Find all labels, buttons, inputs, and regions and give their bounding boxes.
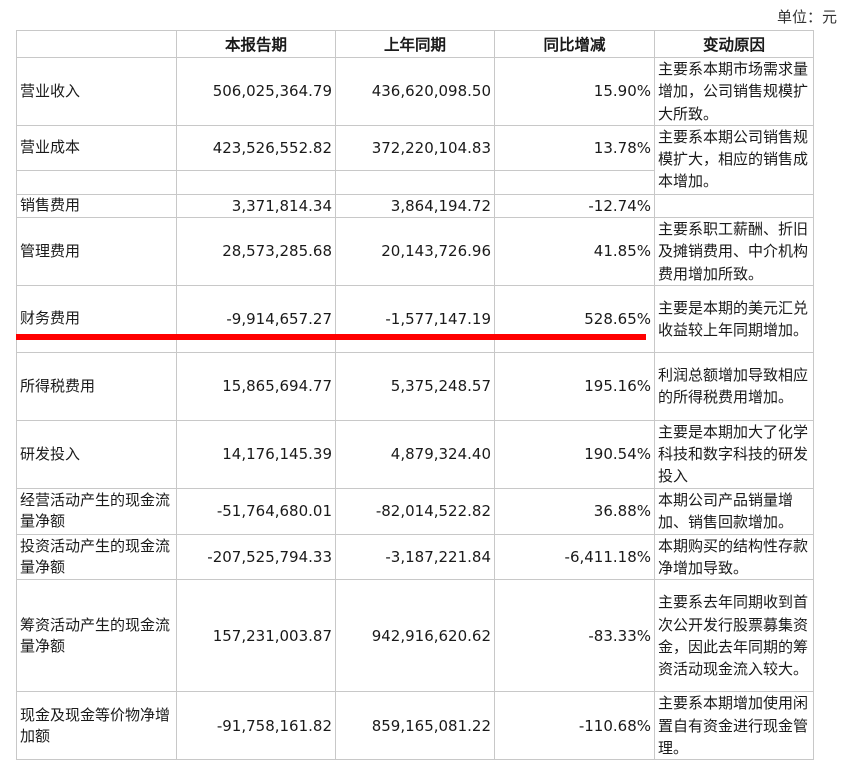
row-reason: 利润总额增加导致相应的所得税费用增加。 <box>654 351 814 421</box>
header-current-period: 本报告期 <box>176 30 336 58</box>
row-item: 筹资活动产生的现金流量净额 <box>16 579 177 693</box>
row-yoy-value: 190.54% <box>494 419 655 489</box>
table-row: 所得税费用 15,865,694.77 5,375,248.57 195.16%… <box>16 351 814 421</box>
row-current-value: 506,025,364.79 <box>176 57 336 126</box>
row-item: 现金及现金等价物净增加额 <box>16 691 177 761</box>
row-item: 销售费用 <box>16 193 177 218</box>
spacer-cell <box>16 169 177 195</box>
row-prior-value: -1,577,147.19 <box>335 284 495 353</box>
row-prior-value: 942,916,620.62 <box>335 579 495 693</box>
row-yoy-value: 41.85% <box>494 216 655 286</box>
row-current-value: -207,525,794.33 <box>176 533 336 581</box>
row-item: 经营活动产生的现金流量净额 <box>16 487 177 535</box>
row-prior-value: 3,864,194.72 <box>335 193 495 218</box>
row-prior-value: 436,620,098.50 <box>335 57 495 126</box>
unit-label: 单位：元 <box>776 8 837 26</box>
table-row: 销售费用 3,371,814.34 3,864,194.72 -12.74% <box>16 193 814 218</box>
row-reason: 主要系本期增加使用闲置自有资金进行现金管理。 <box>654 691 814 761</box>
row-yoy-value: 195.16% <box>494 351 655 421</box>
table-row: 经营活动产生的现金流量净额 -51,764,680.01 -82,014,522… <box>16 487 814 535</box>
row-current-value: -91,758,161.82 <box>176 691 336 761</box>
table-row: 现金及现金等价物净增加额 -91,758,161.82 859,165,081.… <box>16 691 814 761</box>
header-change-reason: 变动原因 <box>654 30 814 58</box>
row-prior-value: -82,014,522.82 <box>335 487 495 535</box>
row-item: 投资活动产生的现金流量净额 <box>16 533 177 581</box>
row-reason: 本期购买的结构性存款净增加导致。 <box>654 533 814 581</box>
header-prior-period: 上年同期 <box>335 30 495 58</box>
row-prior-value: -3,187,221.84 <box>335 533 495 581</box>
row-item: 管理费用 <box>16 216 177 286</box>
row-yoy-value: 528.65% <box>494 284 655 353</box>
spacer-cell <box>335 169 495 195</box>
row-current-value: -51,764,680.01 <box>176 487 336 535</box>
table-row: 投资活动产生的现金流量净额 -207,525,794.33 -3,187,221… <box>16 533 814 581</box>
row-yoy-value: -110.68% <box>494 691 655 761</box>
financial-changes-table: 本报告期 上年同期 同比增减 变动原因 营业收入 506,025,364.79 … <box>16 30 814 761</box>
table-row: 营业收入 506,025,364.79 436,620,098.50 15.90… <box>16 57 814 126</box>
row-reason <box>654 193 814 218</box>
row-prior-value: 4,879,324.40 <box>335 419 495 489</box>
table-header-row: 本报告期 上年同期 同比增减 变动原因 <box>16 30 814 58</box>
red-highlight-underline <box>16 334 646 340</box>
row-yoy-value: 36.88% <box>494 487 655 535</box>
row-current-value: 14,176,145.39 <box>176 419 336 489</box>
row-prior-value: 372,220,104.83 <box>335 124 495 171</box>
row-reason: 主要系本期市场需求量增加，公司销售规模扩大所致。 <box>654 57 814 126</box>
table-row: 营业成本 423,526,552.82 372,220,104.83 13.78… <box>16 124 814 195</box>
row-reason: 主要系去年同期收到首次公开发行股票募集资金，因此去年同期的筹资活动现金流入较大。 <box>654 579 814 693</box>
row-item: 营业成本 <box>16 124 177 171</box>
row-prior-value: 20,143,726.96 <box>335 216 495 286</box>
row-current-value: 423,526,552.82 <box>176 124 336 171</box>
row-yoy-value: 15.90% <box>494 57 655 126</box>
row-item: 财务费用 <box>16 284 177 353</box>
row-prior-value: 5,375,248.57 <box>335 351 495 421</box>
row-reason: 主要是本期的美元汇兑收益较上年同期增加。 <box>654 284 814 353</box>
row-current-value: 15,865,694.77 <box>176 351 336 421</box>
header-yoy-change: 同比增减 <box>494 30 655 58</box>
row-reason: 主要系职工薪酬、折旧及摊销费用、中介机构费用增加所致。 <box>654 216 814 286</box>
row-current-value: 28,573,285.68 <box>176 216 336 286</box>
row-yoy-value: -12.74% <box>494 193 655 218</box>
row-yoy-value: 13.78% <box>494 124 655 171</box>
spacer-cell <box>176 169 336 195</box>
table-row: 财务费用 -9,914,657.27 -1,577,147.19 528.65%… <box>16 284 814 353</box>
row-current-value: -9,914,657.27 <box>176 284 336 353</box>
row-reason: 主要是本期加大了化学科技和数字科技的研发投入 <box>654 419 814 489</box>
row-yoy-value: -6,411.18% <box>494 533 655 581</box>
row-current-value: 3,371,814.34 <box>176 193 336 218</box>
row-yoy-value: -83.33% <box>494 579 655 693</box>
header-item <box>16 30 177 58</box>
row-reason: 本期公司产品销量增加、销售回款增加。 <box>654 487 814 535</box>
row-item: 所得税费用 <box>16 351 177 421</box>
row-current-value: 157,231,003.87 <box>176 579 336 693</box>
table-row: 研发投入 14,176,145.39 4,879,324.40 190.54% … <box>16 419 814 489</box>
table-row: 筹资活动产生的现金流量净额 157,231,003.87 942,916,620… <box>16 579 814 693</box>
row-reason: 主要系本期公司销售规模扩大，相应的销售成本增加。 <box>654 124 814 195</box>
spacer-cell <box>494 169 655 195</box>
row-item: 营业收入 <box>16 57 177 126</box>
row-prior-value: 859,165,081.22 <box>335 691 495 761</box>
table-row: 管理费用 28,573,285.68 20,143,726.96 41.85% … <box>16 216 814 286</box>
row-item: 研发投入 <box>16 419 177 489</box>
